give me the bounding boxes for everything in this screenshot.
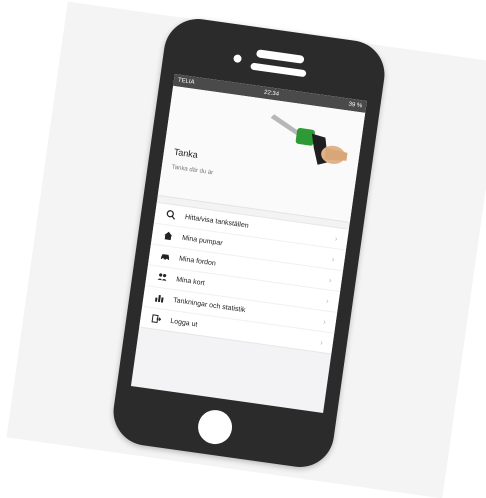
hero-title: Tanka xyxy=(173,146,199,160)
search-icon xyxy=(164,208,178,222)
bar-chart-icon xyxy=(153,291,167,305)
chevron-right-icon: › xyxy=(325,295,330,306)
chevron-right-icon: › xyxy=(331,254,336,264)
main-menu: Hitta/visa tankställen › Mina pumpar › M… xyxy=(139,201,349,355)
chevron-right-icon: › xyxy=(334,233,339,243)
battery-level: 39 % xyxy=(348,101,363,110)
earpiece xyxy=(250,62,307,78)
chevron-right-icon: › xyxy=(328,275,333,285)
phone-screen: TELIA 22:34 39 % Tanka Tanka där du är H… xyxy=(130,74,367,413)
users-icon xyxy=(156,271,170,285)
carrier-label: TELIA xyxy=(177,77,195,86)
home-icon xyxy=(161,229,175,243)
chevron-right-icon: › xyxy=(319,337,324,347)
car-icon xyxy=(159,250,173,264)
front-camera xyxy=(233,54,243,64)
clock: 22:34 xyxy=(263,89,280,98)
home-button[interactable] xyxy=(195,407,235,447)
logout-icon xyxy=(150,312,164,326)
fuel-nozzle-icon xyxy=(270,114,348,165)
speaker-grille xyxy=(255,49,305,64)
chevron-right-icon: › xyxy=(322,316,327,326)
hero-subtitle: Tanka där du är xyxy=(171,164,214,177)
